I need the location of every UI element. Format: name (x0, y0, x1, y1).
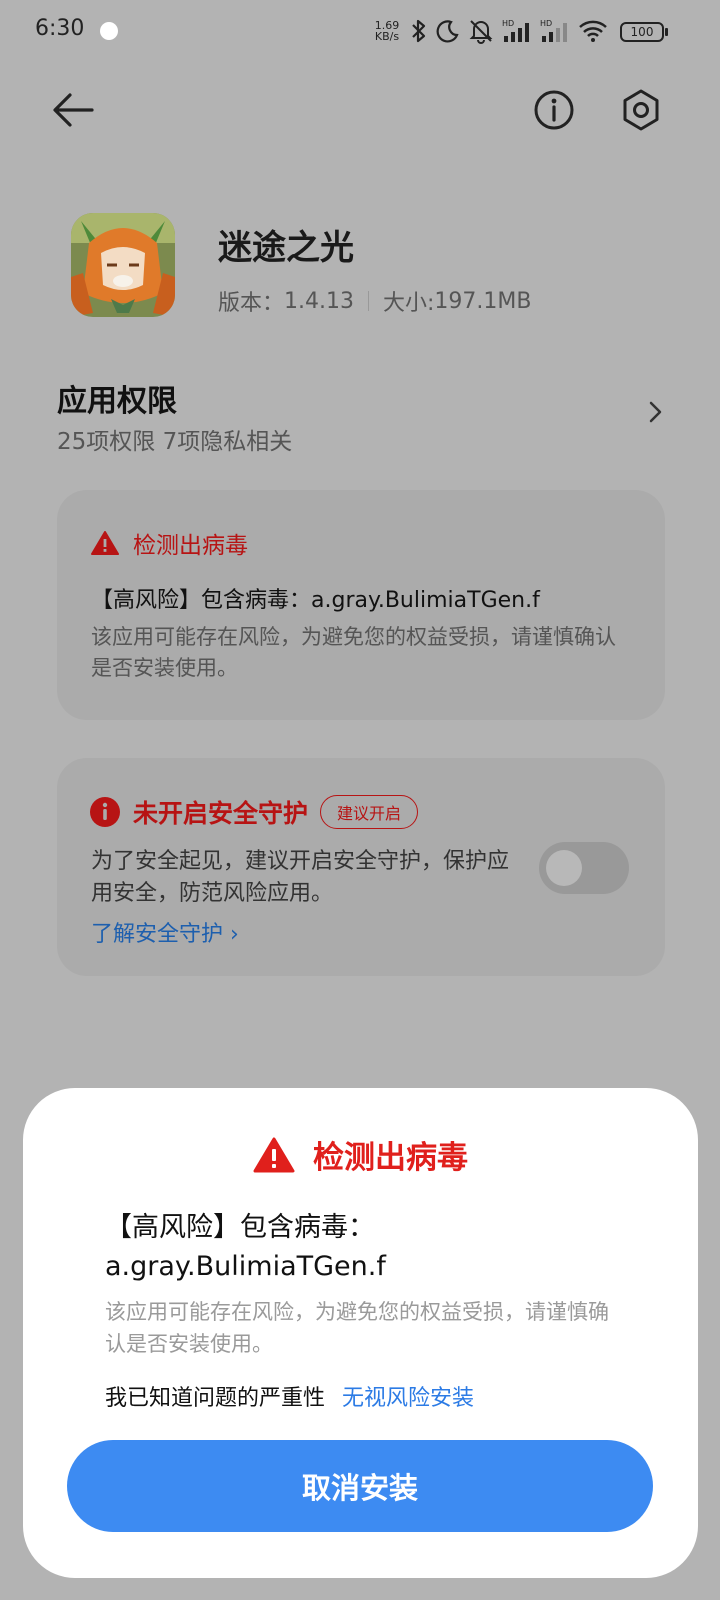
signal-1-icon: HD (502, 19, 529, 42)
wifi-icon (579, 20, 607, 42)
dialog-risk-line-1: 【高风险】包含病毒： (105, 1212, 375, 1243)
warning-triangle-icon (91, 531, 119, 555)
version-label: 版本： (218, 291, 285, 316)
app-meta: 版本： 1.4.13 大小: 197.1MB (218, 285, 531, 317)
bell-muted-icon (469, 20, 493, 44)
arrow-left-icon[interactable] (50, 90, 96, 130)
security-protection-card: 未开启安全守护 建议开启 为了安全起见，建议开启安全守护，保护应用安全，防范风险… (57, 758, 665, 976)
size-value: 197.1MB (434, 288, 532, 314)
alert-circle-icon (90, 797, 120, 827)
protection-header: 未开启安全守护 建议开启 (89, 794, 419, 830)
virus-header: 检测出病毒 (91, 526, 248, 560)
status-bar: 6:30 1.69 KB/s HD HD 100 (0, 0, 720, 62)
dialog-header: 检测出病毒 (23, 1132, 698, 1177)
protection-title: 未开启安全守护 (133, 799, 309, 828)
size-label: 大小: (383, 291, 435, 316)
svg-text:HD: HD (540, 19, 552, 28)
virus-detected-card: 检测出病毒 【高风险】包含病毒：a.gray.BulimiaTGen.f 该应用… (57, 490, 665, 720)
ignore-risk-install-link[interactable]: 无视风险安装 (342, 1386, 474, 1411)
protection-toggle[interactable] (539, 842, 629, 894)
signal-2-icon: HD (540, 19, 567, 42)
app-name: 迷途之光 (218, 228, 354, 268)
dialog-risk-line-2: a.gray.BulimiaTGen.f (105, 1251, 386, 1282)
warning-triangle-icon (253, 1137, 295, 1172)
dialog-risk-line: 【高风险】包含病毒： a.gray.BulimiaTGen.f (105, 1208, 625, 1286)
virus-warning-dialog: 检测出病毒 【高风险】包含病毒： a.gray.BulimiaTGen.f 该应… (23, 1088, 698, 1578)
protection-description: 为了安全起见，建议开启安全守护，保护应用安全，防范风险应用。 (91, 849, 510, 906)
battery-tip (665, 28, 668, 36)
dialog-title: 检测出病毒 (313, 1140, 468, 1176)
cancel-install-button[interactable]: 取消安装 (67, 1440, 653, 1532)
chevron-right-small-icon: › (230, 922, 239, 947)
version-value: 1.4.13 (284, 288, 354, 314)
dialog-description: 该应用可能存在风险，为避免您的权益受损，请谨慎确认是否安装使用。 (105, 1300, 609, 1356)
moon-icon (436, 20, 459, 43)
permissions-summary: 25项权限 7项隐私相关 (57, 429, 293, 455)
ack-text: 我已知道问题的严重性 (105, 1386, 326, 1411)
meta-divider (368, 291, 369, 311)
risk-line: 【高风险】包含病毒：a.gray.BulimiaTGen.f (91, 588, 540, 613)
permissions-title[interactable]: 应用权限 (57, 376, 177, 420)
learn-protection-link[interactable]: 了解安全守护 › (91, 916, 239, 948)
suggest-enable-chip[interactable]: 建议开启 (320, 795, 419, 829)
notification-dot-icon (100, 22, 118, 40)
bluetooth-icon (412, 19, 426, 43)
chevron-right-icon[interactable] (649, 400, 663, 424)
svg-text:HD: HD (502, 19, 514, 28)
dialog-ack-row: 我已知道问题的严重性 无视风险安装 (105, 1380, 474, 1412)
status-icons: 1.69 KB/s HD HD (372, 14, 608, 48)
toggle-knob (546, 850, 582, 886)
virus-title: 检测出病毒 (133, 533, 248, 559)
risk-description: 该应用可能存在风险，为避免您的权益受损，请谨慎确认是否安装使用。 (91, 625, 616, 680)
status-time: 6:30 (35, 16, 85, 41)
app-icon (71, 213, 175, 317)
settings-hexagon-icon[interactable] (618, 87, 664, 133)
info-icon[interactable] (532, 88, 576, 132)
net-speed: 1.69 KB/s (374, 19, 400, 43)
learn-protection-label: 了解安全守护 (91, 922, 224, 947)
battery-indicator: 100 (620, 22, 664, 42)
